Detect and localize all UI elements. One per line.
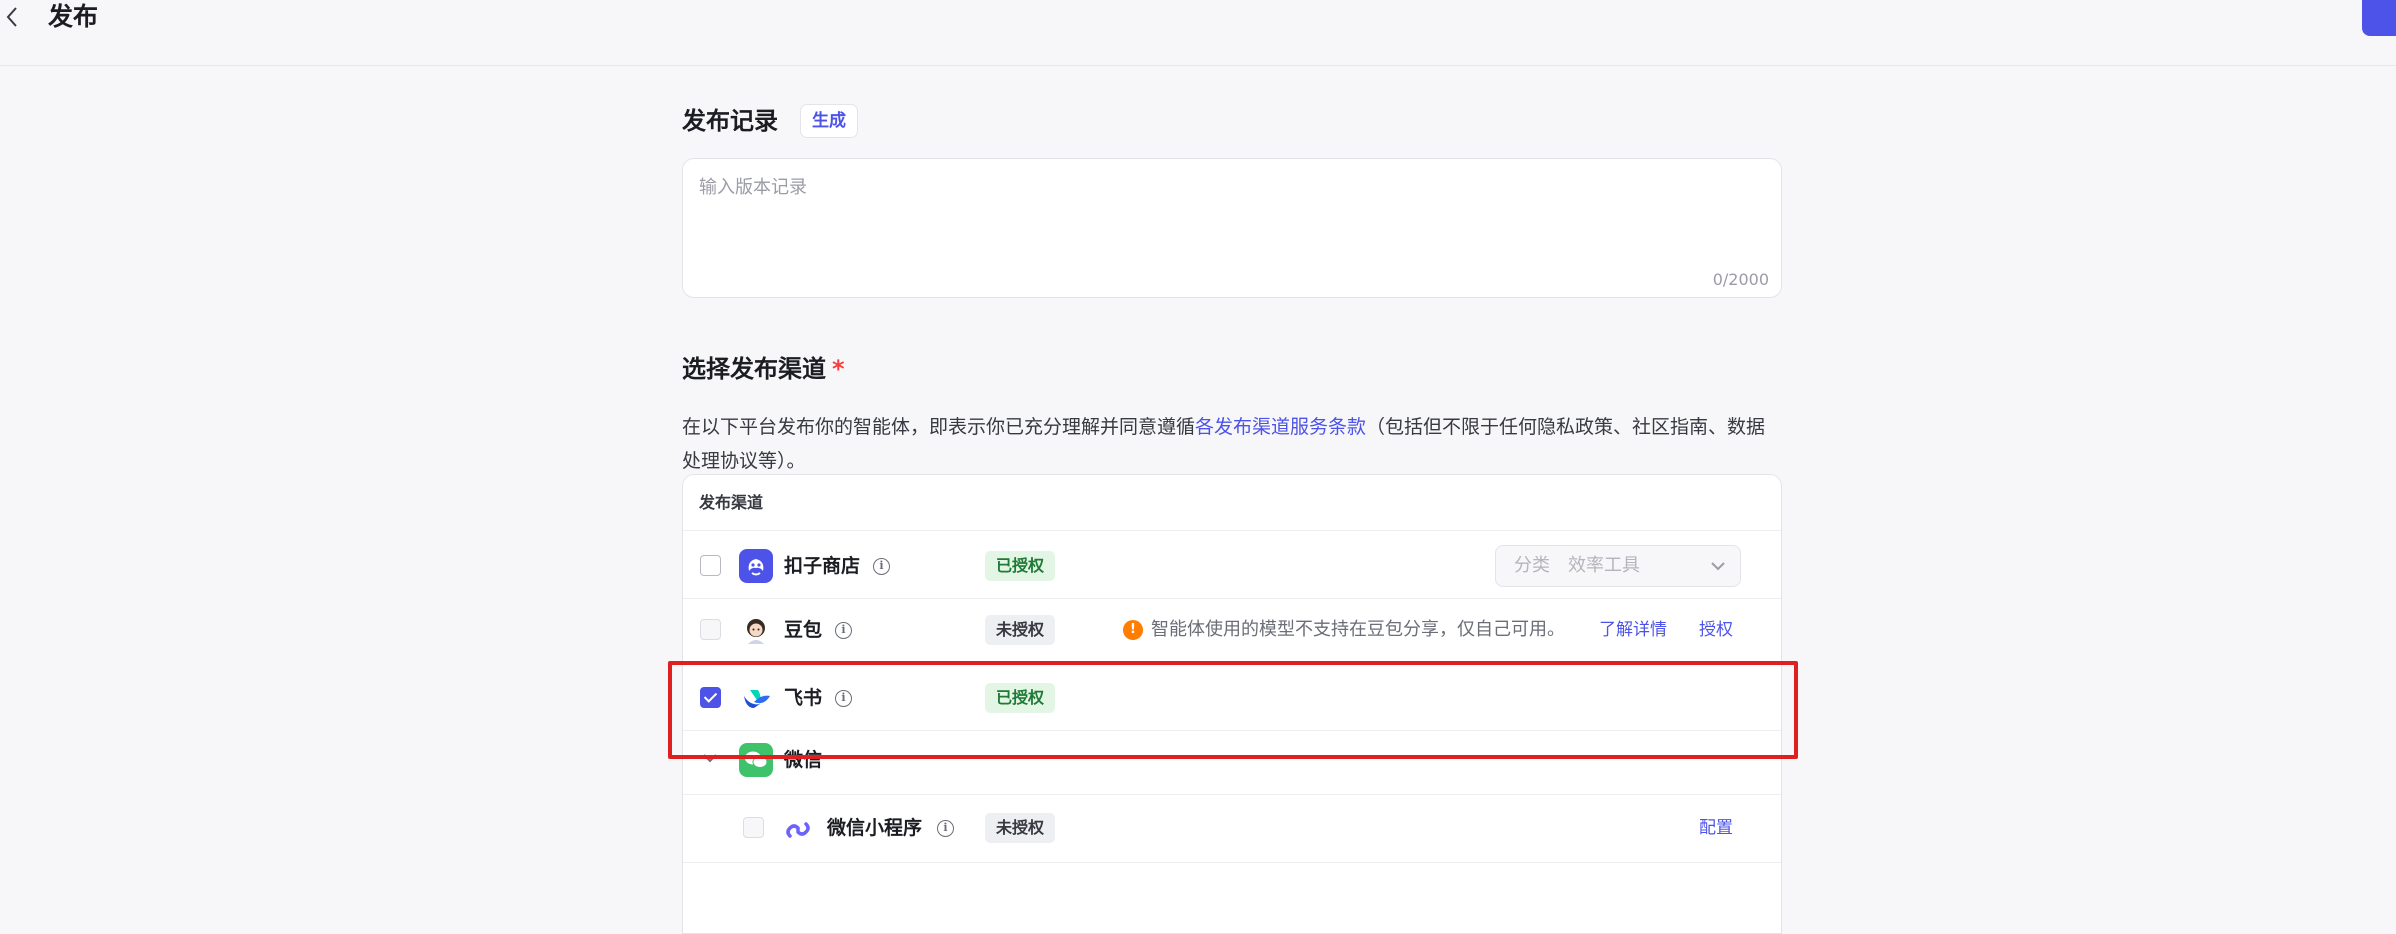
channel-group-wechat: 微信 bbox=[683, 731, 1781, 795]
miniprogram-checkbox[interactable] bbox=[743, 817, 764, 838]
channel-name: 飞书 bbox=[784, 687, 823, 709]
configure-button[interactable]: 配置 bbox=[1699, 811, 1733, 845]
publish-button[interactable] bbox=[2362, 0, 2396, 36]
channel-name: 微信 bbox=[784, 749, 823, 771]
learn-more-link[interactable]: 了解详情 bbox=[1599, 613, 1667, 647]
status-badge: 已授权 bbox=[985, 551, 1056, 581]
warning-message: ! 智能体使用的模型不支持在豆包分享，仅自己可用。 bbox=[1123, 613, 1565, 647]
version-record-input[interactable] bbox=[699, 173, 1759, 263]
channel-header: 选择发布渠道 * bbox=[682, 352, 845, 386]
top-bar: 发布 bbox=[0, 0, 2396, 66]
category-label: 分类 bbox=[1514, 555, 1550, 576]
channel-row-feishu: 飞书 i 已授权 bbox=[683, 663, 1781, 731]
info-icon[interactable]: i bbox=[873, 558, 890, 575]
feishu-checkbox[interactable] bbox=[700, 687, 721, 708]
chevron-down-icon bbox=[1711, 562, 1725, 571]
channel-row-coze-store: 扣子商店 i 已授权 分类 效率工具 bbox=[683, 531, 1781, 599]
desc-text-before: 在以下平台发布你的智能体，即表示你已充分理解并同意遵循 bbox=[682, 416, 1196, 438]
record-box: 0/2000 bbox=[682, 158, 1782, 298]
channel-title: 选择发布渠道 bbox=[682, 355, 826, 383]
doubao-checkbox[interactable] bbox=[700, 619, 721, 640]
channel-table: 发布渠道 扣子商店 i 已授权 分类 效率工具 豆包 i 未授权 ! 智能体使用… bbox=[682, 474, 1782, 934]
category-select[interactable]: 分类 效率工具 bbox=[1495, 545, 1741, 587]
channel-name: 扣子商店 bbox=[784, 555, 861, 577]
miniprogram-logo-icon bbox=[781, 811, 815, 845]
warning-icon: ! bbox=[1123, 620, 1143, 640]
table-header: 发布渠道 bbox=[683, 475, 1781, 531]
info-icon[interactable]: i bbox=[937, 820, 954, 837]
coze-store-logo-icon bbox=[739, 549, 773, 583]
warning-text: 智能体使用的模型不支持在豆包分享，仅自己可用。 bbox=[1151, 619, 1565, 640]
char-counter: 0/2000 bbox=[1712, 270, 1769, 289]
generate-button[interactable]: 生成 bbox=[800, 104, 858, 138]
channel-name: 微信小程序 bbox=[827, 817, 923, 839]
status-badge: 已授权 bbox=[985, 683, 1056, 713]
required-mark: * bbox=[832, 355, 845, 383]
feishu-logo-icon bbox=[739, 681, 773, 715]
page-title: 发布 bbox=[48, 2, 99, 31]
record-title: 发布记录 bbox=[682, 107, 778, 135]
channel-row-doubao: 豆包 i 未授权 ! 智能体使用的模型不支持在豆包分享，仅自己可用。 了解详情 … bbox=[683, 599, 1781, 663]
authorize-button[interactable]: 授权 bbox=[1699, 613, 1733, 647]
record-header: 发布记录 生成 bbox=[682, 104, 858, 138]
channel-row-wechat-miniprogram: 微信小程序 i 未授权 配置 bbox=[683, 795, 1781, 863]
category-value: 效率工具 bbox=[1568, 555, 1640, 576]
wechat-logo-icon bbox=[739, 743, 773, 777]
channel-description: 在以下平台发布你的智能体，即表示你已充分理解并同意遵循各发布渠道服务条款（包括但… bbox=[682, 410, 1782, 478]
back-chevron-icon[interactable] bbox=[2, 4, 24, 30]
terms-link[interactable]: 各发布渠道服务条款 bbox=[1195, 416, 1366, 438]
info-icon[interactable]: i bbox=[835, 690, 852, 707]
info-icon[interactable]: i bbox=[835, 622, 852, 639]
channel-name: 豆包 bbox=[784, 619, 823, 641]
status-badge: 未授权 bbox=[985, 813, 1056, 843]
status-badge: 未授权 bbox=[985, 615, 1056, 645]
coze-store-checkbox[interactable] bbox=[700, 555, 721, 576]
doubao-avatar-icon bbox=[739, 613, 773, 647]
collapse-chevron-icon[interactable] bbox=[701, 751, 719, 765]
